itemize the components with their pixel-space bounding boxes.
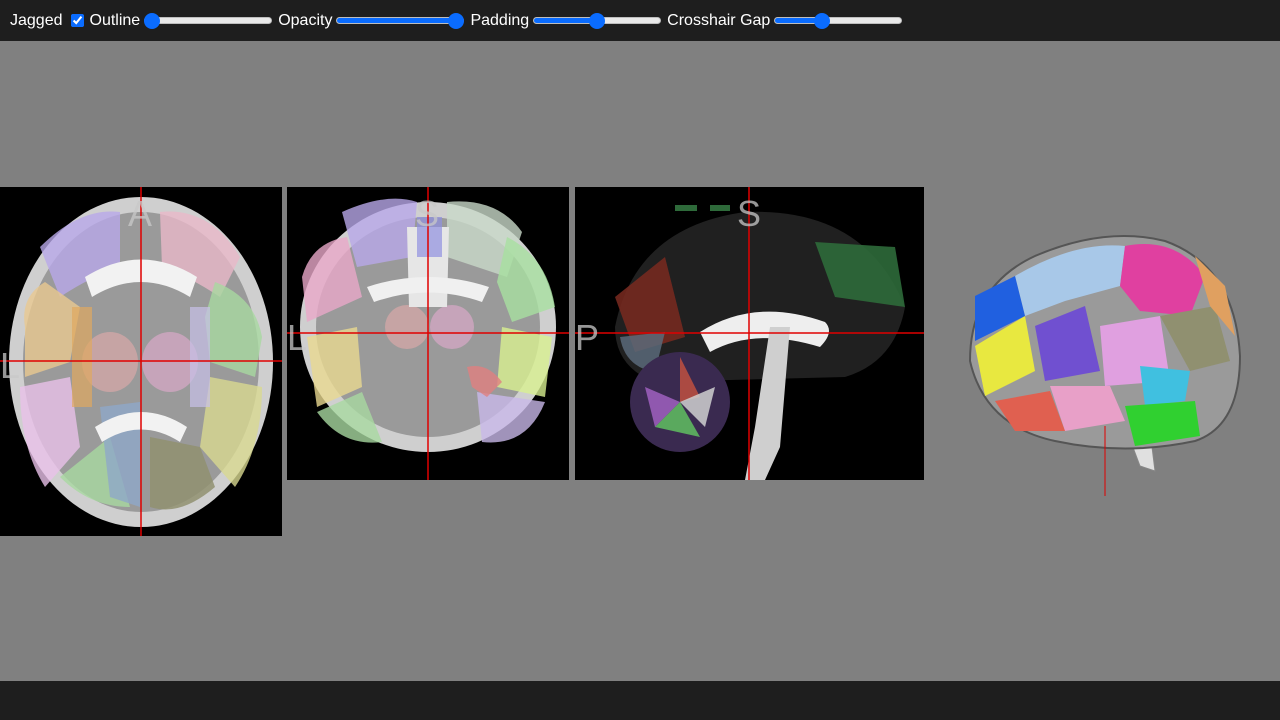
jagged-checkbox[interactable] [70,14,84,27]
outline-label: Outline [89,11,141,29]
padding-label: Padding [470,11,530,29]
crosshair-gap-label: Crosshair Gap [667,11,771,29]
slider-thumb-icon[interactable] [144,12,161,29]
slider-thumb-icon[interactable] [589,12,606,29]
sagittal-orientation-top: S [737,193,762,234]
opacity-slider[interactable] [336,11,465,31]
toolbar: Jagged Outline Opacity Padding Crosshair… [0,0,1280,41]
padding-slider[interactable] [533,11,662,31]
coronal-orientation-left: L [287,317,308,358]
coronal-orientation-top: S [415,193,440,234]
jagged-label: Jagged [10,11,63,29]
axial-slice-image [0,187,282,536]
opacity-label: Opacity [278,11,333,29]
sagittal-view[interactable]: S P [575,187,924,480]
slider-thumb-icon[interactable] [448,12,465,29]
coronal-view[interactable]: S L [287,187,569,480]
axial-orientation-left: L [0,345,21,386]
status-bar [0,681,1280,720]
slider-thumb-icon[interactable] [813,12,830,29]
brain-3d-render[interactable] [955,196,1255,496]
axial-orientation-top: A [128,193,153,234]
sagittal-orientation-left: P [575,317,600,358]
axial-view[interactable]: A L [0,187,282,536]
outline-slider[interactable] [144,11,273,31]
viewer-canvas[interactable]: A L S L S P [0,41,1280,681]
brain-render-icon [968,235,1242,496]
crosshair-gap-slider[interactable] [774,11,903,31]
